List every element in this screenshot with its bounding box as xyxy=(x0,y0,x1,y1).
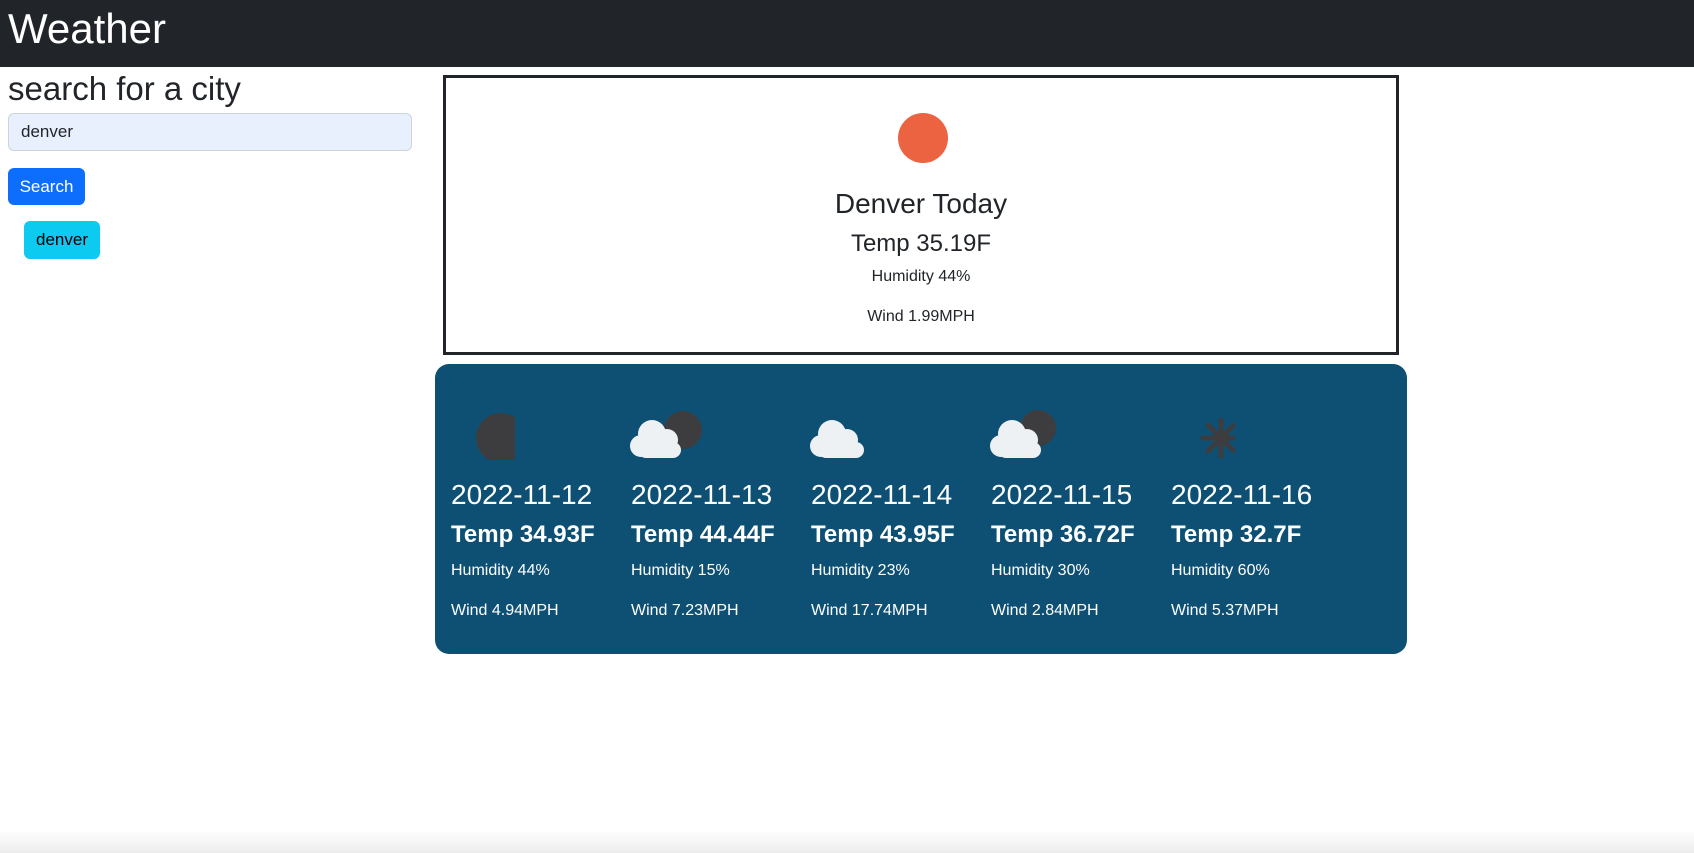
cloud-moon-icon xyxy=(630,411,702,458)
forecast-wind: Wind 17.74MPH xyxy=(811,602,928,619)
forecast-date: 2022-11-13 xyxy=(631,479,773,510)
forecast-temp: Temp 43.95F xyxy=(811,521,955,548)
search-button[interactable]: Search xyxy=(8,168,85,205)
forecast-date: 2022-11-12 xyxy=(451,479,593,510)
forecast-temp: Temp 32.7F xyxy=(1171,521,1302,548)
forecast-humidity: Humidity 60% xyxy=(1171,562,1270,579)
forecast-temp: Temp 36.72F xyxy=(991,521,1135,548)
forecast-wind: Wind 2.84MPH xyxy=(991,602,1099,619)
page-bottom-edge xyxy=(0,830,1694,853)
city-search-input[interactable] xyxy=(8,113,412,151)
history-city-button[interactable]: denver xyxy=(24,221,100,259)
forecast-day: 2022-11-14 Temp 43.95F Humidity 23% Wind… xyxy=(795,364,965,654)
current-wind: Wind 1.99MPH xyxy=(867,308,975,325)
cloud-moon-icon xyxy=(990,410,1056,458)
forecast-panel: 2022-11-12 Temp 34.93F Humidity 44% Wind… xyxy=(435,364,1407,654)
forecast-date: 2022-11-15 xyxy=(991,479,1133,510)
app-title: Weather xyxy=(8,5,166,52)
forecast-date: 2022-11-14 xyxy=(811,479,953,510)
forecast-temp: Temp 34.93F xyxy=(451,521,595,548)
search-panel: search for a city Search denver xyxy=(8,67,412,259)
current-humidity: Humidity 44% xyxy=(871,268,971,285)
forecast-day: 2022-11-15 Temp 36.72F Humidity 30% Wind… xyxy=(975,364,1145,654)
current-city-title: Denver Today xyxy=(834,188,1008,219)
forecast-wind: Wind 5.37MPH xyxy=(1171,602,1279,619)
forecast-day: 2022-11-16 Temp 32.7F Humidity 60% Wind … xyxy=(1155,364,1325,654)
cloud-icon xyxy=(810,420,864,458)
forecast-day: 2022-11-13 Temp 44.44F Humidity 15% Wind… xyxy=(615,364,785,654)
forecast-date: 2022-11-16 xyxy=(1171,479,1313,510)
search-heading: search for a city xyxy=(8,70,241,107)
moon-icon xyxy=(476,413,515,460)
forecast-humidity: Humidity 23% xyxy=(811,562,910,579)
current-temp: Temp 35.19F xyxy=(850,230,992,257)
forecast-humidity: Humidity 15% xyxy=(631,562,730,579)
snowflake-icon xyxy=(1200,417,1235,459)
navbar: Weather xyxy=(0,0,1694,67)
forecast-day: 2022-11-12 Temp 34.93F Humidity 44% Wind… xyxy=(435,364,605,654)
current-weather-card: Denver Today Temp 35.19F Humidity 44% Wi… xyxy=(443,75,1399,355)
sun-icon xyxy=(898,113,948,163)
forecast-wind: Wind 7.23MPH xyxy=(631,602,739,619)
forecast-humidity: Humidity 30% xyxy=(991,562,1090,579)
forecast-temp: Temp 44.44F xyxy=(631,521,775,548)
forecast-humidity: Humidity 44% xyxy=(451,562,550,579)
forecast-wind: Wind 4.94MPH xyxy=(451,602,559,619)
